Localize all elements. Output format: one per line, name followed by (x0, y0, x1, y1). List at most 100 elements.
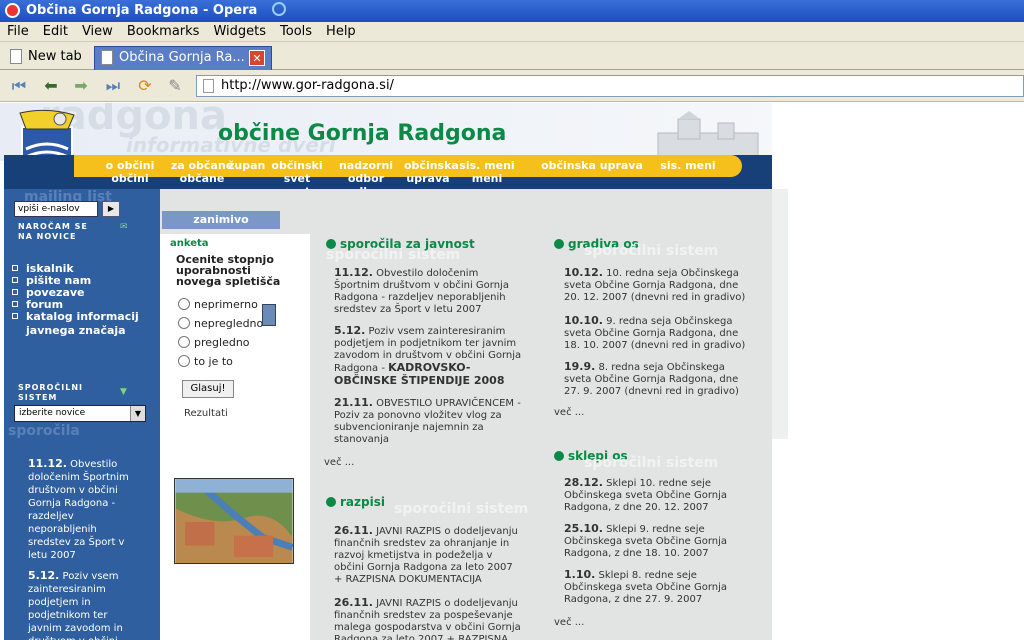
menu-edit[interactable]: Edit (36, 22, 75, 42)
razpis-date: 26.11. (334, 596, 373, 609)
section-watermark: sporočilni sistem (584, 243, 719, 259)
menu-widgets[interactable]: Widgets (206, 22, 273, 42)
tab-bar: New tab Občina Gornja Ra... ✕ (0, 42, 1024, 70)
news-date: 11.12. (334, 266, 373, 279)
poll-option[interactable]: pregledno (178, 336, 250, 349)
poll-option[interactable]: nepregledno (178, 317, 263, 330)
page-scroll-strip (772, 189, 788, 439)
reload-icon[interactable]: ⟳ (134, 76, 156, 96)
razpis-date: 26.11. (334, 524, 373, 537)
email-input[interactable]: vpiši e-naslov (14, 201, 98, 217)
rewind-icon[interactable]: ⏮ (8, 76, 30, 96)
bullet-icon (326, 497, 336, 507)
bullet-icon (12, 313, 18, 319)
nav-nadzorni-odbor-label: nadzorni odbor (338, 159, 394, 185)
tab-active[interactable]: Občina Gornja Ra... ✕ (94, 46, 272, 70)
sklepi-item[interactable]: 28.12. Sklepi 10. redne seje Občinskega … (564, 477, 754, 514)
left-sidebar: mailing list vpiši e-naslov ▶ NAROČAM SE… (4, 189, 160, 640)
sklepi-date: 25.10. (564, 522, 603, 535)
new-tab-icon (10, 49, 22, 64)
sklepi-date: 28.12. (564, 476, 603, 489)
radio-icon[interactable] (178, 298, 190, 310)
more-sporocila-link[interactable]: več ... (324, 457, 354, 468)
razpis-item[interactable]: 26.11. JAVNI RAZPIS o dodeljevanju finan… (334, 597, 524, 640)
site-header: radgona informativne dveri občine Gornja… (0, 103, 772, 161)
forward-icon[interactable]: ➡ (70, 76, 92, 96)
nav-obcinska-uprava-2[interactable]: občinska uprava (540, 159, 644, 172)
gradiva-item[interactable]: 10.10. 9. redna seja Občinskega sveta Ob… (564, 315, 754, 352)
email-submit-button[interactable]: ▶ (102, 201, 120, 217)
menu-tools[interactable]: Tools (273, 22, 319, 42)
left-news-item[interactable]: 11.12. Obvestilo določenim Športnim druš… (28, 457, 138, 562)
extension-icon (271, 2, 286, 16)
bullet-icon (12, 301, 18, 307)
section-watermark: sporočilni sistem (326, 247, 461, 263)
subscribe-label: NAROČAM SE NA NOVICE (18, 222, 88, 241)
window-titlebar: Občina Gornja Radgona - Opera (0, 0, 1024, 22)
address-field[interactable]: http://www.gor-radgona.si/ (196, 75, 1024, 97)
poll-option[interactable]: neprimerno (178, 298, 258, 311)
bullet-icon (554, 239, 564, 249)
fast-forward-icon[interactable]: ⏭ (102, 76, 124, 96)
section-razpisi: razpisi (326, 495, 385, 509)
menu-file[interactable]: File (0, 22, 36, 42)
nav-sis-meni[interactable]: sis. meni meni (452, 159, 522, 185)
news-item[interactable]: 11.12. Obvestilo določenim Športnim druš… (334, 267, 524, 316)
opera-icon (5, 3, 20, 18)
poll-option-label: nepregledno (194, 317, 264, 330)
town-aerial-photo (174, 478, 294, 564)
close-tab-icon[interactable]: ✕ (249, 50, 265, 66)
poll-heading: anketa (170, 238, 209, 249)
sklepi-item[interactable]: 1.10. Sklepi 8. redne seje Občinskega sv… (564, 569, 754, 606)
nav-zupan-label: župan (228, 159, 266, 172)
nav-sis-meni-label: sis. meni (459, 159, 515, 172)
gradiva-item[interactable]: 19.9. 8. redna seja Občinskega sveta Obč… (564, 361, 754, 398)
sklepi-item[interactable]: 25.10. Sklepi 9. redne seje Občinskega s… (564, 523, 754, 560)
news-item[interactable]: 21.11. OBVESTILO UPRAVIČENCEM - Poziv za… (334, 397, 524, 446)
edit-icon[interactable]: ✎ (164, 76, 186, 96)
razpis-item[interactable]: 26.11. JAVNI RAZPIS o dodeljevanju finan… (334, 525, 524, 586)
link-katalog[interactable]: katalog informacij (26, 311, 139, 323)
nav-obcinska-uprava-2-label: občinska uprava (541, 159, 643, 172)
zanimivo-tab[interactable]: zanimivo (162, 211, 280, 229)
gradiva-date: 10.10. (564, 314, 603, 327)
nav-za-obcane[interactable]: za občane občane (170, 159, 234, 185)
tab-new[interactable]: New tab (4, 46, 90, 70)
news-item[interactable]: 5.12. Poziv vsem zainteresiranim podjetj… (334, 325, 524, 388)
bullet-icon (12, 289, 18, 295)
content-area: zanimivo anketa Ocenite stopnjo uporabno… (160, 189, 772, 640)
news-select[interactable]: izberite novice ▼ (14, 405, 146, 422)
left-news-date: 5.12. (28, 569, 60, 582)
radio-icon[interactable] (178, 317, 190, 329)
chevron-down-icon[interactable]: ▼ (130, 406, 145, 421)
radio-icon[interactable] (178, 336, 190, 348)
link-katalog-2[interactable]: javnega značaja (26, 325, 126, 337)
vote-button[interactable]: Glasuj! (182, 380, 234, 398)
news-select-value: izberite novice (19, 408, 86, 418)
left-news-item[interactable]: 5.12. Poziv vsem zainteresiranim podjetj… (28, 569, 138, 640)
poll-option[interactable]: to je to (178, 355, 233, 368)
nav-o-obcini-label2: občini (111, 172, 149, 185)
poll-option-label: to je to (194, 355, 233, 368)
top-navigation: o občini občini za občane občane župan obč… (4, 155, 772, 198)
nav-za-obcane-label2: občane (179, 172, 225, 185)
menu-bookmarks[interactable]: Bookmarks (120, 22, 207, 42)
more-sklepi-link[interactable]: več ... (554, 617, 584, 628)
menu-view[interactable]: View (75, 22, 120, 42)
back-icon[interactable]: ⬅ (40, 76, 62, 96)
more-gradiva-link[interactable]: več ... (554, 407, 584, 418)
section-watermark: sporočilni sistem (584, 455, 719, 471)
page-viewport: radgona informativne dveri občine Gornja… (0, 103, 1024, 640)
navigation-toolbar: ⏮ ⬅ ➡ ⏭ ⟳ ✎ http://www.gor-radgona.si/ (0, 70, 1024, 102)
nav-o-obcini[interactable]: o občini občini (104, 159, 156, 185)
nav-zupan[interactable]: župan (228, 159, 266, 172)
left-news-text: Obvestilo določenim Športnim društvom v … (28, 459, 129, 561)
nav-o-obcini-label: o občini (105, 159, 155, 172)
radio-icon[interactable] (178, 355, 190, 367)
poll-mascot-icon (262, 304, 276, 326)
results-link[interactable]: Rezultati (184, 408, 228, 419)
menu-help[interactable]: Help (319, 22, 363, 42)
nav-sis-meni-2[interactable]: sis. meni (658, 159, 718, 172)
menu-bar: File Edit View Bookmarks Widgets Tools Help (0, 22, 1024, 42)
gradiva-item[interactable]: 10.12. 10. redna seja Občinskega sveta O… (564, 267, 754, 304)
